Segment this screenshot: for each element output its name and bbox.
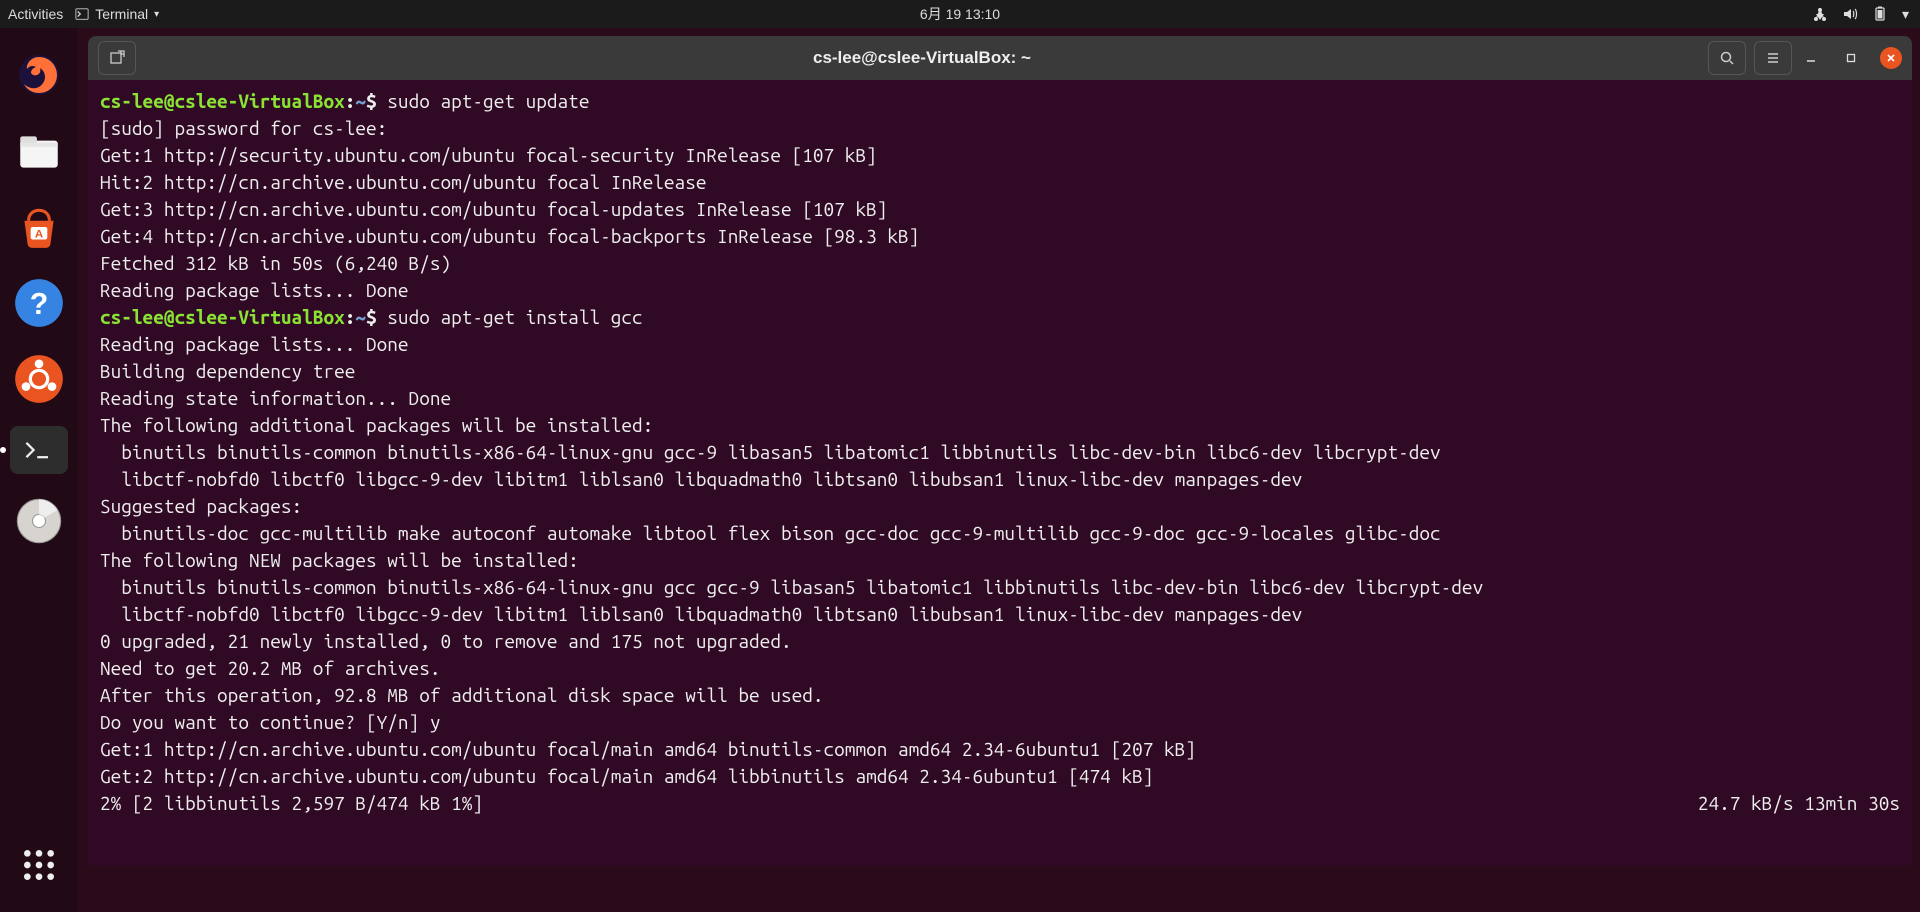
activities-button[interactable]: Activities: [8, 6, 63, 22]
output-line: Suggested packages:: [100, 495, 302, 517]
output-line: The following additional packages will b…: [100, 414, 653, 436]
chevron-down-icon: ▾: [154, 9, 159, 20]
dock-disk[interactable]: [10, 492, 68, 550]
volume-icon[interactable]: [1842, 6, 1858, 22]
svg-text:A: A: [35, 228, 43, 240]
dock-apps-grid[interactable]: [10, 836, 68, 894]
terminal-icon: [75, 7, 89, 21]
output-line: binutils binutils-common binutils-x86-64…: [100, 576, 1483, 598]
search-button[interactable]: [1708, 41, 1746, 75]
prompt-symbol: $: [366, 306, 387, 328]
terminal-window: cs-lee@cslee-VirtualBox: ~ cs-lee@cslee-…: [88, 36, 1912, 866]
gnome-topbar: Activities Terminal ▾ 6月 19 13:10 ▾: [0, 0, 1920, 28]
prompt-user: cs-lee@cslee-VirtualBox: [100, 306, 345, 328]
output-line: Fetched 312 kB in 50s (6,240 B/s): [100, 252, 451, 274]
ubuntu-desktop: Activities Terminal ▾ 6月 19 13:10 ▾: [0, 0, 1920, 912]
dock: A ?: [0, 28, 78, 912]
desktop-area: A ?: [0, 28, 1920, 912]
system-menu-chevron-icon[interactable]: ▾: [1902, 6, 1912, 22]
dock-terminal[interactable]: [10, 426, 68, 474]
progress-line: 2% [2 libbinutils 2,597 B/474 kB 1%] 24.7…: [100, 790, 1900, 817]
dock-software[interactable]: A: [10, 198, 68, 256]
output-line: The following NEW packages will be insta…: [100, 549, 579, 571]
window-minimize-button[interactable]: [1800, 47, 1822, 69]
dock-help[interactable]: ?: [10, 274, 68, 332]
progress-right: 24.7 kB/s 13min 30s: [1698, 790, 1900, 817]
prompt-path: ~: [355, 306, 366, 328]
output-line: 0 upgraded, 21 newly installed, 0 to rem…: [100, 630, 792, 652]
window-titlebar[interactable]: cs-lee@cslee-VirtualBox: ~: [88, 36, 1912, 80]
prompt-user: cs-lee@cslee-VirtualBox: [100, 90, 345, 112]
output-line: libctf-nobfd0 libctf0 libgcc-9-dev libit…: [100, 468, 1302, 490]
prompt-sep: :: [345, 306, 356, 328]
app-menu[interactable]: Terminal ▾: [75, 6, 159, 22]
output-line: Reading package lists... Done: [100, 333, 409, 355]
new-tab-button[interactable]: [98, 41, 136, 75]
network-icon[interactable]: [1812, 6, 1828, 22]
output-line: Reading state information... Done: [100, 387, 451, 409]
window-title: cs-lee@cslee-VirtualBox: ~: [136, 48, 1708, 68]
output-line: Get:3 http://cn.archive.ubuntu.com/ubunt…: [100, 198, 887, 220]
output-line: Get:4 http://cn.archive.ubuntu.com/ubunt…: [100, 225, 919, 247]
dock-firefox[interactable]: [10, 46, 68, 104]
window-maximize-button[interactable]: [1840, 47, 1862, 69]
prompt-path: ~: [355, 90, 366, 112]
command-2: sudo apt-get install gcc: [387, 306, 642, 328]
output-line: Do you want to continue? [Y/n] y: [100, 711, 440, 733]
output-line: binutils binutils-common binutils-x86-64…: [100, 441, 1441, 463]
output-line: Building dependency tree: [100, 360, 355, 382]
dock-ubuntu-settings[interactable]: [10, 350, 68, 408]
output-line: Hit:2 http://cn.archive.ubuntu.com/ubunt…: [100, 171, 706, 193]
app-menu-label: Terminal: [95, 6, 148, 22]
output-line: binutils-doc gcc-multilib make autoconf …: [100, 522, 1441, 544]
output-line: Get:2 http://cn.archive.ubuntu.com/ubunt…: [100, 765, 1153, 787]
svg-text:?: ?: [30, 288, 49, 321]
output-line: After this operation, 92.8 MB of additio…: [100, 684, 824, 706]
terminal-body[interactable]: cs-lee@cslee-VirtualBox:~$ sudo apt-get …: [88, 80, 1912, 866]
clock[interactable]: 6月 19 13:10: [920, 4, 1000, 24]
output-line: Reading package lists... Done: [100, 279, 409, 301]
output-line: Get:1 http://security.ubuntu.com/ubuntu …: [100, 144, 877, 166]
battery-icon[interactable]: [1872, 6, 1888, 22]
prompt-symbol: $: [366, 90, 387, 112]
window-close-button[interactable]: [1880, 47, 1902, 69]
output-line: Get:1 http://cn.archive.ubuntu.com/ubunt…: [100, 738, 1196, 760]
command-1: sudo apt-get update: [387, 90, 589, 112]
output-line: [sudo] password for cs-lee:: [100, 117, 387, 139]
hamburger-menu-button[interactable]: [1754, 41, 1792, 75]
output-line: Need to get 20.2 MB of archives.: [100, 657, 440, 679]
dock-files[interactable]: [10, 122, 68, 180]
prompt-sep: :: [345, 90, 356, 112]
output-line: libctf-nobfd0 libctf0 libgcc-9-dev libit…: [100, 603, 1302, 625]
progress-left: 2% [2 libbinutils 2,597 B/474 kB 1%]: [100, 790, 483, 817]
